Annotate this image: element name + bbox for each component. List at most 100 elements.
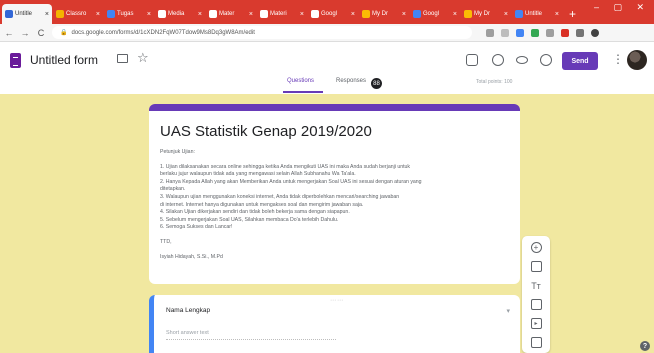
tab-favicon-icon (158, 10, 166, 18)
tab-favicon-icon (362, 10, 370, 18)
close-icon[interactable]: × (351, 11, 355, 18)
add-video-icon[interactable]: ▸ (530, 318, 542, 329)
send-button[interactable]: Send (562, 52, 598, 70)
move-to-folder-icon[interactable] (117, 54, 128, 63)
browser-tab-4[interactable]: Mater × (206, 4, 256, 24)
tab-favicon-icon (209, 10, 217, 18)
form-description[interactable]: Petunjuk Ujian: 1. Ujian dilaksanakan se… (160, 149, 509, 261)
extension-icon[interactable] (516, 28, 524, 37)
more-vert-icon[interactable]: ⋮ (612, 52, 624, 66)
extension-icon[interactable] (576, 28, 584, 37)
dropdown-arrow-icon[interactable]: ▾ (506, 307, 510, 315)
tab-label: Googl (321, 11, 338, 17)
browser-tab-2[interactable]: Tugas × (104, 4, 154, 24)
form-title-text[interactable]: UAS Statistik Genap 2019/2020 (160, 123, 509, 140)
close-icon[interactable]: × (96, 11, 100, 18)
browser-tab-10[interactable]: Untitle × (512, 4, 562, 24)
help-icon[interactable]: ? (640, 341, 650, 351)
desc-line: berlaku jujur walaupun tidak ada yang me… (160, 171, 356, 178)
close-icon[interactable]: × (555, 11, 559, 18)
tab-favicon-icon (464, 10, 472, 18)
address-bar[interactable]: 🔒 docs.google.com/forms/d/1cXDN2FqW07Tdo… (52, 26, 472, 39)
close-icon[interactable]: × (45, 11, 49, 18)
desc-signer: Isyiah Hidayah, S.Si., M.Pd (160, 253, 223, 260)
tab-favicon-icon (515, 10, 523, 18)
tab-label: Media (168, 11, 185, 17)
settings-gear-icon[interactable] (540, 54, 552, 66)
close-icon[interactable]: × (453, 11, 457, 18)
extensions (486, 28, 599, 37)
add-title-icon[interactable]: Tт (531, 280, 542, 291)
browser-tab-7[interactable]: My Dr × (359, 4, 409, 24)
question-label[interactable]: Nama Lengkap (166, 307, 508, 314)
tab-label: Classro (66, 11, 87, 17)
forms-logo-icon[interactable] (10, 53, 21, 68)
tab-responses[interactable]: Responses (336, 78, 366, 84)
drag-handle-icon[interactable]: ⋯⋯ (330, 297, 344, 304)
active-tab-indicator (283, 91, 323, 93)
avatar[interactable] (627, 50, 647, 70)
desc-line: di internet. Internet hanya digunakan un… (160, 201, 364, 208)
desc-line: 6. Semoga Sukses dan Lancar! (160, 224, 233, 231)
extension-icon[interactable] (486, 28, 494, 37)
browser-tab-3[interactable]: Media × (155, 4, 205, 24)
close-icon[interactable]: × (504, 11, 508, 18)
browser-tab-1[interactable]: Classro × (53, 4, 103, 24)
tab-favicon-icon (311, 10, 319, 18)
short-answer-placeholder: Short answer text (166, 330, 336, 340)
browser-tab-8[interactable]: Googl × (410, 4, 460, 24)
tab-favicon-icon (56, 10, 64, 18)
browser-tab-0[interactable]: Untitle × (2, 4, 52, 24)
close-icon[interactable]: × (300, 11, 304, 18)
response-count-badge: 88 (371, 78, 382, 89)
question-card[interactable]: ⋯⋯ Nama Lengkap ▾ Short answer text (149, 295, 520, 353)
extension-icon[interactable] (561, 28, 569, 37)
add-question-icon[interactable]: + (530, 242, 542, 253)
star-icon[interactable]: ☆ (137, 50, 149, 66)
profile-icon[interactable] (591, 28, 599, 37)
close-icon[interactable]: × (249, 11, 253, 18)
add-section-icon[interactable] (530, 337, 542, 348)
total-points-label: Total points: 100 (476, 79, 513, 85)
extension-icon[interactable] (546, 28, 554, 37)
url-text: docs.google.com/forms/d/1cXDN2FqW07Tdow9… (71, 29, 255, 36)
close-icon[interactable]: × (402, 11, 406, 18)
tab-label: Materi (270, 11, 287, 17)
reload-icon[interactable]: C (36, 28, 46, 38)
tab-label: My Dr (474, 11, 490, 17)
tab-label: My Dr (372, 11, 388, 17)
tab-label: Untitle (525, 11, 543, 17)
close-icon[interactable]: × (147, 11, 151, 18)
desc-heading: Petunjuk Ujian: (160, 149, 195, 155)
forward-icon[interactable]: → (20, 28, 30, 38)
add-image-icon[interactable] (530, 299, 542, 310)
form-name[interactable]: Untitled form (30, 53, 98, 67)
tab-label: Tugas (117, 11, 134, 17)
close-icon[interactable]: × (198, 11, 202, 18)
form-title-card[interactable]: UAS Statistik Genap 2019/2020 Petunjuk U… (149, 104, 520, 284)
palette-icon[interactable] (492, 54, 504, 66)
preview-eye-icon[interactable] (516, 56, 528, 64)
tab-favicon-icon (107, 10, 115, 18)
tab-label: Googl (423, 11, 440, 17)
desc-line: 1. Ujian dilaksanakan secara online sehi… (160, 163, 411, 170)
back-icon[interactable]: ← (4, 28, 14, 38)
browser-tab-9[interactable]: My Dr × (461, 4, 511, 24)
browser-toolbar: ← → C 🔒 docs.google.com/forms/d/1cXDN2Fq… (0, 24, 654, 42)
question-toolbar: + Tт ▸ (522, 236, 550, 353)
extension-icon[interactable] (531, 28, 539, 37)
tab-label: Untitle (15, 11, 33, 17)
window-controls[interactable]: – ▢ ✕ (594, 2, 650, 13)
browser-tab-5[interactable]: Materi × (257, 4, 307, 24)
tab-favicon-icon (413, 10, 421, 18)
desc-line: 4. Silakan Ujian dikerjakan sendiri dan … (160, 209, 350, 216)
form-tabs: Questions Responses 88 Total points: 100 (0, 76, 654, 94)
new-tab-button[interactable]: + (563, 4, 582, 24)
browser-tab-6[interactable]: Googl × (308, 4, 358, 24)
tab-questions[interactable]: Questions (287, 78, 314, 84)
desc-line: ditetapkan. (160, 186, 186, 193)
import-questions-icon[interactable] (530, 261, 542, 272)
desc-line: 5. Sebelum mengerjakan Soal UAS, Silahka… (160, 216, 339, 223)
star-bookmark-icon[interactable] (501, 28, 509, 37)
addon-icon[interactable] (466, 54, 478, 66)
